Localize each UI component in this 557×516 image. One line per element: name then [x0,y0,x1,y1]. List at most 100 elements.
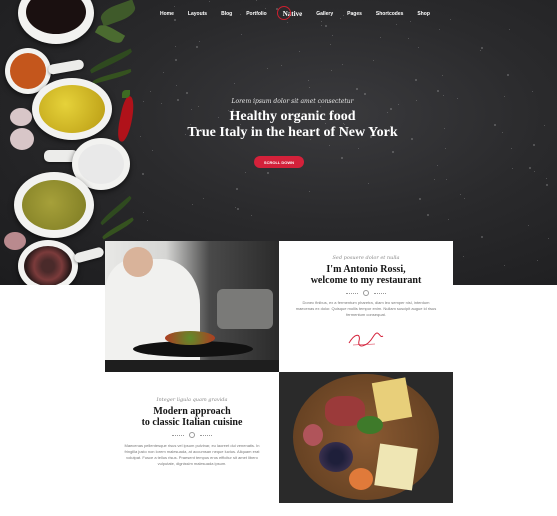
stone-speck [320,21,322,23]
stone-speck [163,71,165,73]
stone-speck [174,45,176,47]
stone-speck [367,182,369,184]
stone-speck [308,79,310,81]
hero-title: Healthy organic food True Italy in the h… [0,109,557,141]
stone-speck [208,0,210,2]
stone-speck [196,46,199,49]
stone-speck [503,265,505,267]
hero-title-line2: True Italy in the heart of New York [187,125,398,140]
stone-speck [143,211,145,213]
stone-speck [546,184,549,187]
stone-speck [309,190,311,192]
stone-speck [234,82,236,84]
stone-speck [141,173,144,176]
stone-speck [281,64,283,66]
stone-speck [527,224,529,226]
stone-speck [309,87,311,89]
stone-speck [407,38,409,40]
stone-speck [509,29,511,31]
stone-speck [395,24,397,26]
approach-title-line1: Modern approach [153,406,231,417]
about-card: Sed posuere dolor et nulla I'm Antonio R… [279,241,453,372]
stone-speck [151,150,153,152]
signature-icon [348,332,384,347]
stone-speck [328,144,330,146]
logo-ring-icon [276,6,291,20]
stone-speck [287,21,289,23]
stone-speck [198,105,200,107]
stone-speck [533,144,536,147]
stone-speck [356,88,359,91]
stone-speck [203,197,205,199]
stone-speck [240,34,242,36]
nav-shortcodes[interactable]: Shortcodes [376,11,404,17]
stone-speck [459,194,461,196]
stone-speck [364,92,367,95]
hero-title-line1: Healthy organic food [229,109,356,124]
approach-title: Modern approach to classic Italian cuisi… [105,406,279,428]
stone-speck [442,74,444,76]
stone-speck [447,219,449,221]
stone-speck [236,188,239,191]
stone-speck [511,147,513,149]
stone-speck [409,21,411,23]
stone-speck [299,51,301,53]
nav-layouts[interactable]: Layouts [188,11,207,17]
stone-speck [341,64,343,66]
stone-speck [176,85,178,87]
approach-card: Integer ligula quam gravida Modern appro… [105,372,279,503]
stone-speck [480,49,482,51]
approach-script-text: Integer ligula quam gravida [156,397,228,403]
stone-speck [358,147,360,149]
nav-pages[interactable]: Pages [347,11,362,17]
stone-speck [380,36,382,38]
stone-speck [529,166,532,169]
stone-speck [444,147,446,149]
stone-speck [531,90,533,92]
stone-speck [373,60,375,62]
stone-speck [512,167,514,169]
stone-speck [450,18,452,20]
nav-shop[interactable]: Shop [417,11,430,17]
chef-photo [105,241,279,372]
stone-speck [256,0,258,1]
about-title-line1: I'm Antonio Rossi, [326,264,406,275]
stone-speck [198,41,200,43]
approach-title-line2: to classic Italian cuisine [141,417,243,428]
stone-speck [480,236,483,239]
stone-speck [330,70,332,72]
main-nav: Home Layouts Blog Portfolio Native Galle… [160,6,444,20]
stone-speck [146,220,148,222]
stone-speck [438,28,440,30]
stone-speck [462,256,464,258]
nav-portfolio[interactable]: Portfolio [246,11,267,17]
about-script-text: Sed posuere dolor et nulla [332,255,400,261]
hero-script-text: Lorem ipsum dolor sit amet consectetur [231,98,354,105]
stone-speck [537,259,539,261]
stone-speck [427,214,430,217]
stone-speck [436,164,438,166]
about-title: I'm Antonio Rossi, welcome to my restaur… [279,264,453,286]
stone-speck [250,214,252,216]
stone-speck [463,198,465,200]
nav-home[interactable]: Home [160,11,174,17]
nav-gallery[interactable]: Gallery [316,11,333,17]
stone-speck [324,25,327,28]
stone-speck [320,105,322,107]
stone-speck [341,157,344,160]
stone-speck [433,178,435,180]
scroll-down-button[interactable]: SCROLL DOWN [254,156,304,168]
stone-speck [415,78,418,81]
about-paragraph: Donec finibus, ex a fermentum pharetra, … [295,300,437,317]
stone-speck [417,47,419,49]
nav-blog[interactable]: Blog [221,11,232,17]
stone-speck [266,67,268,69]
site-logo[interactable]: Native [276,6,302,20]
antipasti-photo [279,372,453,503]
stone-speck [534,170,536,172]
stone-speck [442,94,444,96]
stone-speck [149,90,151,92]
stone-speck [244,172,246,174]
stone-speck [237,208,240,211]
stone-speck [391,151,394,154]
